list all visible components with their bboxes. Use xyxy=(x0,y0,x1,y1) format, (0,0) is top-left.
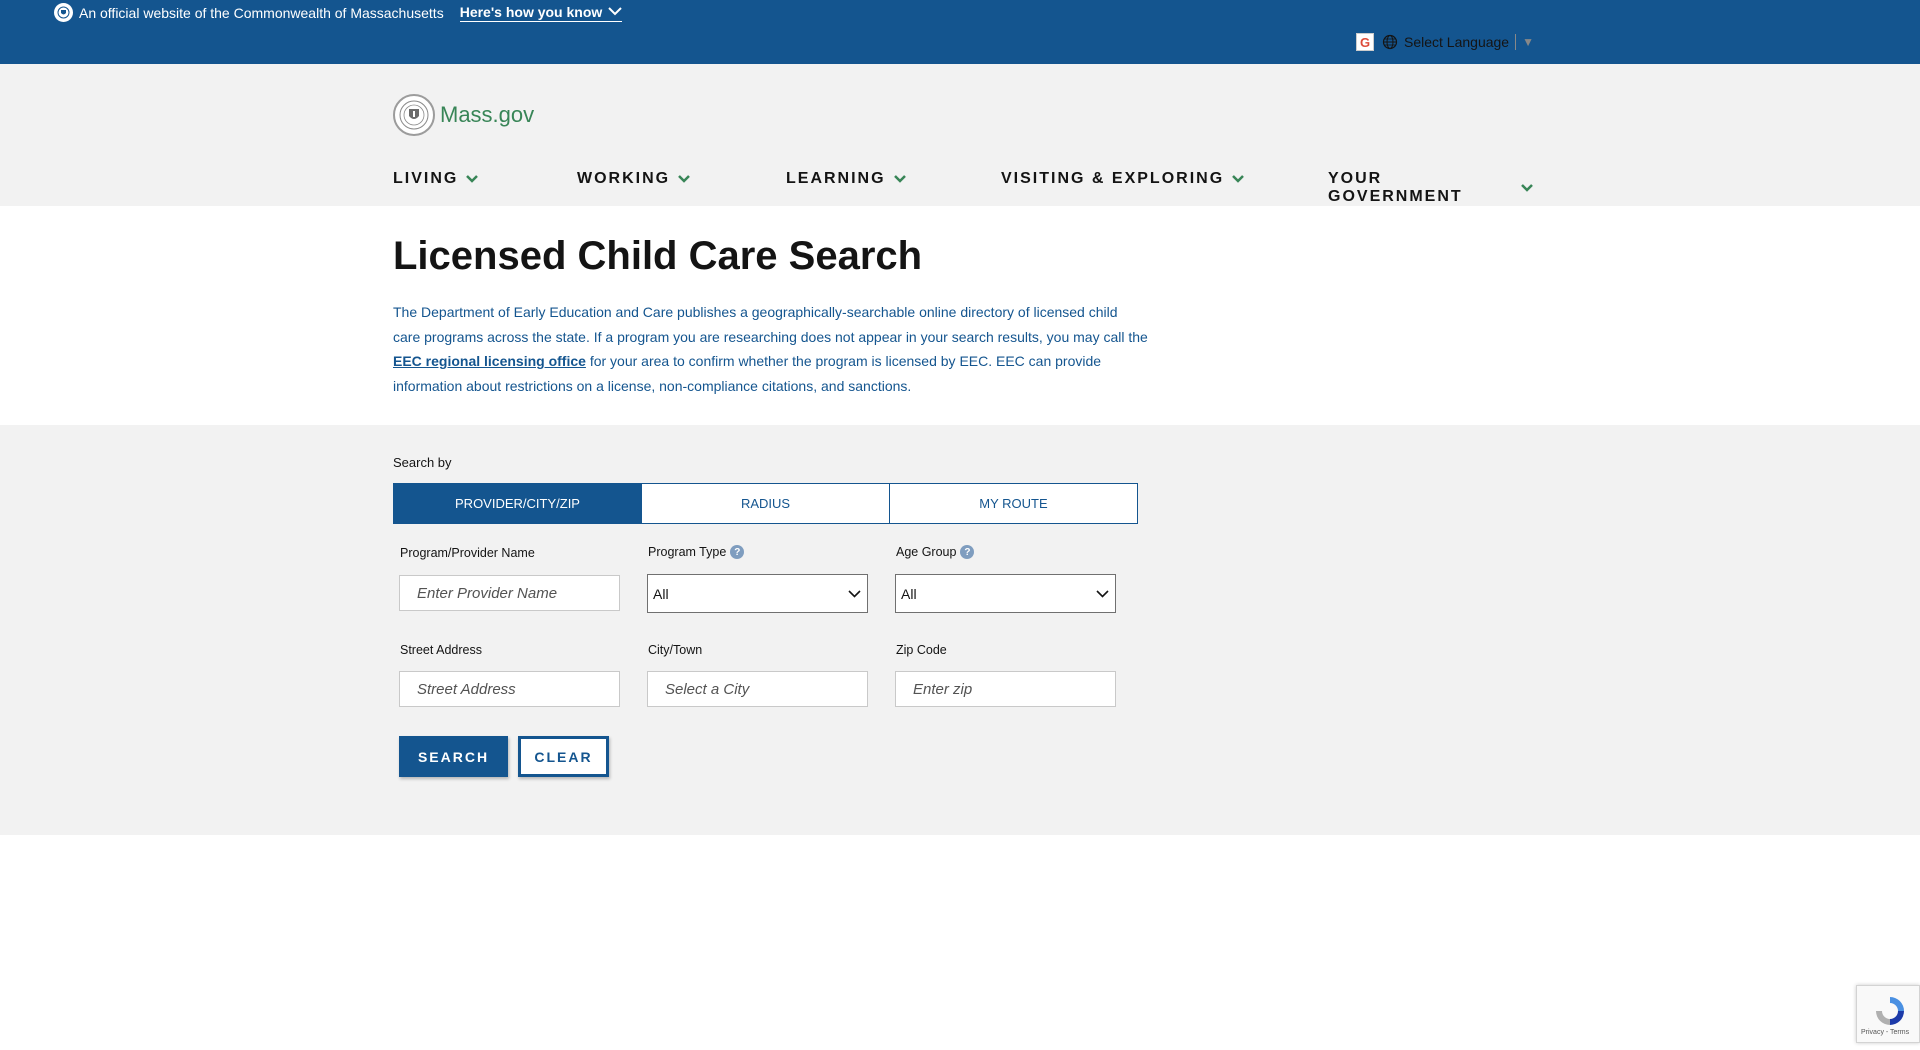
zip-code-label-text: Zip Code xyxy=(896,643,947,657)
eec-regional-office-link[interactable]: EEC regional licensing office xyxy=(393,353,586,369)
nav-item-your-government[interactable]: YOUR GOVERNMENT xyxy=(1328,170,1533,206)
nav-item-working[interactable]: WORKING xyxy=(577,170,690,188)
program-type-label-text: Program Type xyxy=(648,545,727,559)
intro-text-before: The Department of Early Education and Ca… xyxy=(393,304,1148,345)
zip-code-label: Zip Code xyxy=(896,643,947,657)
nav-label: LEARNING xyxy=(786,170,886,187)
street-address-label-text: Street Address xyxy=(400,643,482,657)
page-title: Licensed Child Care Search xyxy=(393,234,923,278)
provider-name-input[interactable] xyxy=(399,575,620,611)
tab-radius[interactable]: RADIUS xyxy=(642,484,890,523)
state-seal-icon xyxy=(54,3,73,22)
how-you-know-toggle[interactable]: Here's how you know xyxy=(459,3,623,22)
nav-label: LIVING xyxy=(393,170,459,187)
tab-provider-city-zip[interactable]: PROVIDER/CITY/ZIP xyxy=(394,484,642,523)
chevron-down-icon xyxy=(1521,184,1533,192)
program-type-label: Program Type ? xyxy=(648,545,745,559)
main-nav: LIVING WORKING LEARNING VISITING & EXPLO… xyxy=(393,170,1533,205)
chevron-down-icon xyxy=(893,175,906,183)
search-button[interactable]: SEARCH xyxy=(399,736,508,777)
chevron-down-icon xyxy=(848,589,861,598)
age-group-select[interactable]: All xyxy=(895,574,1116,613)
program-type-value: All xyxy=(653,585,669,602)
site-header: Mass.gov LIVING WORKING LEARNING VISITIN… xyxy=(0,64,1920,206)
nav-item-living[interactable]: LIVING xyxy=(393,170,479,188)
google-translate-icon: G xyxy=(1356,33,1374,51)
clear-button[interactable]: CLEAR xyxy=(518,736,609,777)
state-seal-icon xyxy=(393,94,435,136)
city-town-label: City/Town xyxy=(648,643,702,657)
chevron-down-icon xyxy=(678,175,690,183)
help-icon[interactable]: ? xyxy=(730,545,745,559)
search-panel: Search by PROVIDER/CITY/ZIP RADIUS MY RO… xyxy=(0,425,1920,835)
help-icon[interactable]: ? xyxy=(960,545,975,559)
program-type-select[interactable]: All xyxy=(647,574,868,613)
chevron-down-icon xyxy=(466,175,479,183)
street-address-input[interactable] xyxy=(399,671,620,707)
official-notice: An official website of the Commonwealth … xyxy=(54,3,623,22)
globe-icon xyxy=(1382,34,1398,50)
chevron-down-icon xyxy=(1232,175,1245,183)
recaptcha-links[interactable]: Privacy - Terms xyxy=(1861,1029,1909,1036)
nav-label: YOUR GOVERNMENT xyxy=(1328,170,1463,205)
mass-gov-logo[interactable]: Mass.gov xyxy=(393,94,534,136)
nav-label: WORKING xyxy=(577,170,671,187)
how-you-know-label: Here's how you know xyxy=(459,3,603,20)
chevron-down-icon xyxy=(608,7,622,16)
language-divider xyxy=(1515,34,1517,50)
nav-item-learning[interactable]: LEARNING xyxy=(786,170,906,188)
official-text: An official website of the Commonwealth … xyxy=(79,4,444,21)
street-address-label: Street Address xyxy=(400,643,482,657)
language-selector[interactable]: G Select Language ▼ xyxy=(1356,33,1534,51)
caret-down-icon: ▼ xyxy=(1522,35,1534,49)
intro-paragraph: The Department of Early Education and Ca… xyxy=(393,300,1148,398)
provider-name-label: Program/Provider Name xyxy=(400,546,535,560)
search-tabs: PROVIDER/CITY/ZIP RADIUS MY ROUTE xyxy=(393,483,1138,524)
city-town-label-text: City/Town xyxy=(648,643,703,657)
logo-text: Mass.gov xyxy=(440,102,535,127)
search-by-label: Search by xyxy=(393,455,452,470)
city-town-input[interactable] xyxy=(647,671,868,707)
official-banner: An official website of the Commonwealth … xyxy=(0,0,1920,64)
tab-my-route[interactable]: MY ROUTE xyxy=(890,484,1137,523)
zip-code-input[interactable] xyxy=(895,671,1116,707)
provider-name-label-text: Program/Provider Name xyxy=(400,546,535,560)
nav-label: VISITING & EXPLORING xyxy=(1001,170,1225,187)
age-group-value: All xyxy=(901,585,917,602)
language-label: Select Language xyxy=(1404,34,1510,50)
recaptcha-icon xyxy=(1873,994,1907,1033)
age-group-label: Age Group ? xyxy=(896,545,975,559)
nav-item-visiting-exploring[interactable]: VISITING & EXPLORING xyxy=(1001,170,1245,188)
age-group-label-text: Age Group xyxy=(896,545,957,559)
recaptcha-badge[interactable]: Privacy - Terms xyxy=(1856,985,1920,1043)
chevron-down-icon xyxy=(1096,589,1109,598)
